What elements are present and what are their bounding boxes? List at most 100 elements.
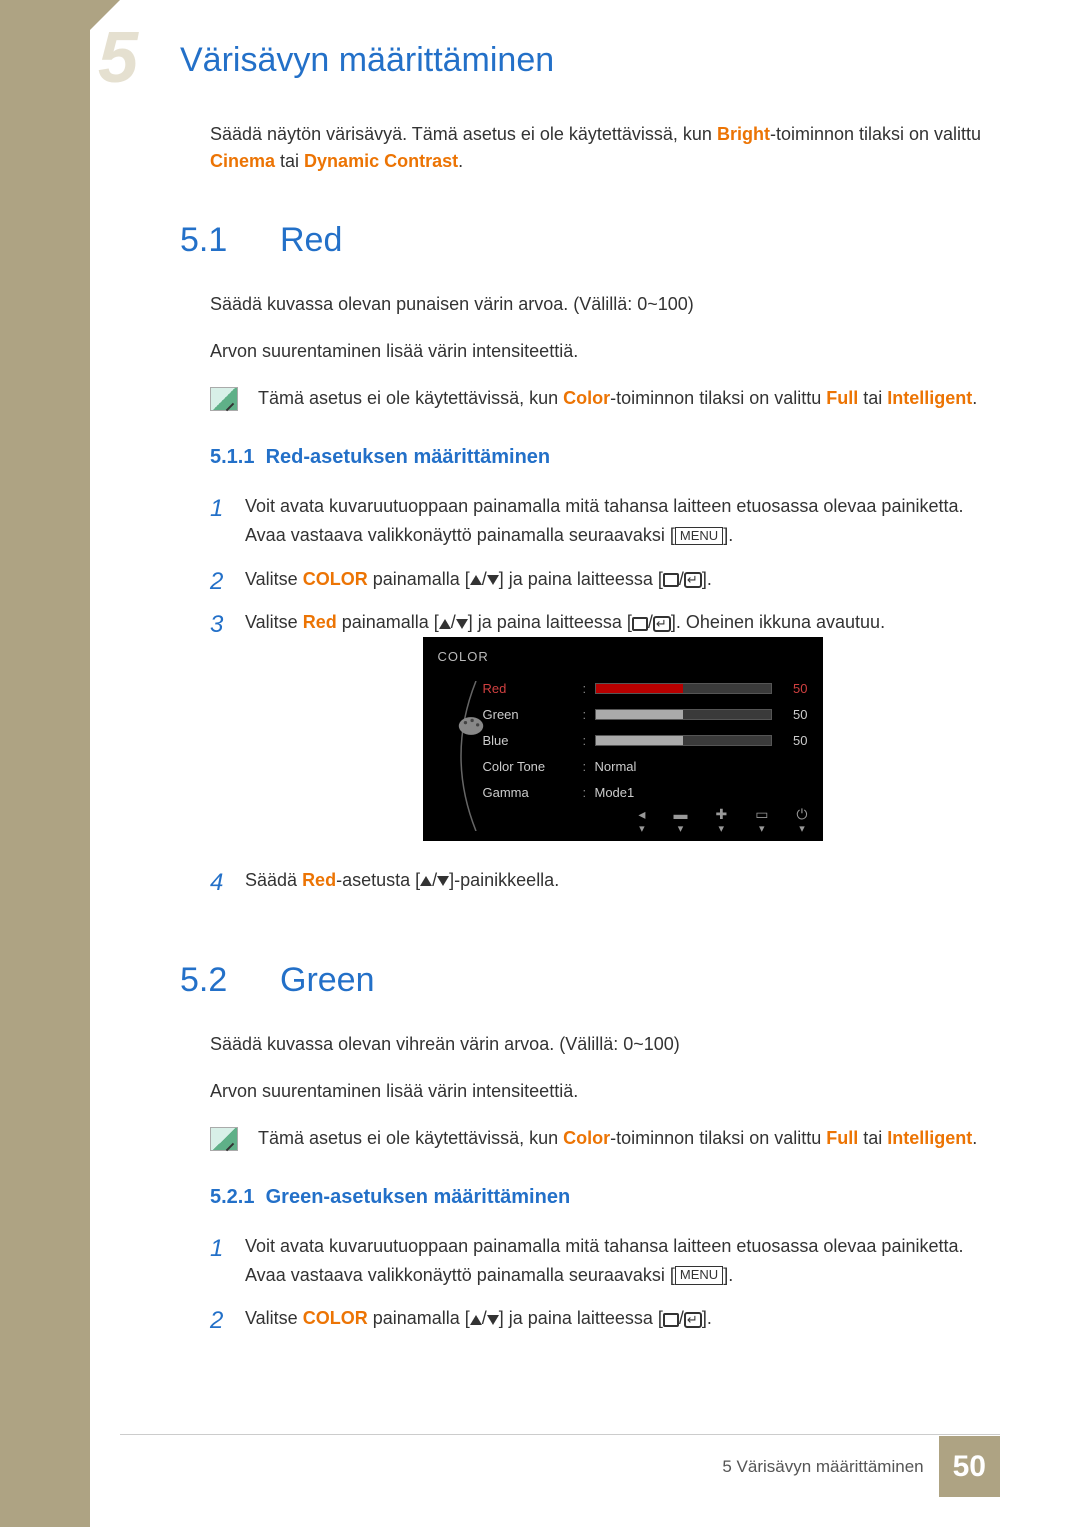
color-keyword: Color <box>563 1128 610 1148</box>
content-area: Värisävyn määrittäminen Säädä näytön vär… <box>100 0 1080 1333</box>
text: tai <box>858 388 887 408</box>
text: ]. Oheinen ikkuna avautuu. <box>671 612 885 632</box>
text: Tämä asetus ei ole käytettävissä, kun <box>258 1128 563 1148</box>
text: . <box>972 1128 977 1148</box>
full-keyword: Full <box>826 1128 858 1148</box>
section-number: 5.2 <box>180 955 280 1006</box>
osd-bar-fill <box>596 684 684 693</box>
osd-nav-icon: ◂▾ <box>638 807 645 835</box>
paragraph: Säädä kuvassa olevan vihreän värin arvoa… <box>210 1031 1000 1058</box>
dynamic-contrast-keyword: Dynamic Contrast <box>304 151 458 171</box>
enter-icon <box>653 616 671 632</box>
colon: : <box>583 731 595 752</box>
colon: : <box>583 705 595 726</box>
text: Säädä näytön värisävyä. Tämä asetus ei o… <box>210 124 717 144</box>
menu-button-icon: MENU <box>675 527 723 546</box>
subsection-5-1-1-header: 5.1.1 Red-asetuksen määrittäminen <box>210 442 1000 472</box>
osd-row-red: Red : 50 <box>483 676 808 702</box>
footer: 5 Värisävyn määrittäminen 50 <box>722 1436 1000 1497</box>
osd-row-gamma: Gamma : Mode1 <box>483 780 808 806</box>
osd-value: 50 <box>780 679 808 700</box>
colon: : <box>583 783 595 804</box>
subsection-title: Green-asetuksen määrittäminen <box>266 1186 571 1208</box>
menu-button-icon: MENU <box>675 1266 723 1285</box>
text: Säädä <box>245 870 302 890</box>
text: -toiminnon tilaksi on valittu <box>770 124 981 144</box>
enter-icon <box>684 572 702 588</box>
osd-label: Gamma <box>483 783 583 804</box>
color-keyword: Color <box>563 388 610 408</box>
osd-row-color-tone: Color Tone : Normal <box>483 754 808 780</box>
osd-menu-screenshot: COLOR Red : 50 <box>423 637 823 841</box>
text: ]. <box>723 525 733 545</box>
step-1: Voit avata kuvaruutuoppaan painamalla mi… <box>210 492 1000 550</box>
text: -toiminnon tilaksi on valittu <box>610 1128 826 1148</box>
square-icon <box>663 573 679 587</box>
up-arrow-icon <box>470 1315 482 1325</box>
note-text: Tämä asetus ei ole käytettävissä, kun Co… <box>258 1125 1000 1152</box>
text: ] ja paina laitteessa [ <box>499 569 663 589</box>
osd-nav-icon: ✚▾ <box>715 807 727 835</box>
osd-value: 50 <box>780 705 808 726</box>
subsection-title: Red-asetuksen määrittäminen <box>266 446 551 468</box>
note-row: Tämä asetus ei ole käytettävissä, kun Co… <box>210 385 1000 412</box>
step-2: Valitse COLOR painamalla [/] ja paina la… <box>210 1304 1000 1333</box>
text: tai <box>275 151 304 171</box>
osd-nav-icon: ▭▾ <box>755 807 768 835</box>
page-title: Värisävyn määrittäminen <box>180 35 1000 86</box>
up-arrow-icon <box>470 575 482 585</box>
text: . <box>972 388 977 408</box>
text: Valitse <box>245 569 303 589</box>
palette-icon <box>439 711 467 729</box>
text: Valitse <box>245 612 303 632</box>
text: painamalla [ <box>368 1308 470 1328</box>
section-title: Red <box>280 215 342 266</box>
text: painamalla [ <box>368 569 470 589</box>
note-row: Tämä asetus ei ole käytettävissä, kun Co… <box>210 1125 1000 1152</box>
paragraph: Arvon suurentaminen lisää värin intensit… <box>210 338 1000 365</box>
step-3: Valitse Red painamalla [/] ja paina lait… <box>210 608 1000 841</box>
osd-row-green: Green : 50 <box>483 702 808 728</box>
full-keyword: Full <box>826 388 858 408</box>
square-icon <box>663 1313 679 1327</box>
square-icon <box>632 617 648 631</box>
osd-bar-fill <box>596 736 684 745</box>
text: . <box>458 151 463 171</box>
subsection-5-2-1-header: 5.2.1 Green-asetuksen määrittäminen <box>210 1182 1000 1212</box>
cinema-keyword: Cinema <box>210 151 275 171</box>
down-arrow-icon <box>437 876 449 886</box>
osd-value: Normal <box>595 757 637 778</box>
down-arrow-icon <box>456 619 468 629</box>
text: -asetusta [ <box>336 870 420 890</box>
enter-icon <box>684 1312 702 1328</box>
text: Valitse <box>245 1308 303 1328</box>
subsection-number: 5.1.1 <box>210 446 254 468</box>
color-keyword: COLOR <box>303 569 368 589</box>
section-title: Green <box>280 955 375 1006</box>
red-keyword: Red <box>303 612 337 632</box>
note-icon <box>210 1127 238 1151</box>
step-2: Valitse COLOR painamalla [/] ja paina la… <box>210 565 1000 594</box>
color-keyword: COLOR <box>303 1308 368 1328</box>
osd-label: Blue <box>483 731 583 752</box>
paragraph: Säädä kuvassa olevan punaisen värin arvo… <box>210 291 1000 318</box>
up-arrow-icon <box>420 876 432 886</box>
text: ]. <box>702 569 712 589</box>
intelligent-keyword: Intelligent <box>887 388 972 408</box>
section-number: 5.1 <box>180 215 280 266</box>
bright-keyword: Bright <box>717 124 770 144</box>
intro-paragraph: Säädä näytön värisävyä. Tämä asetus ei o… <box>210 121 1000 175</box>
subsection-number: 5.2.1 <box>210 1186 254 1208</box>
text: tai <box>858 1128 887 1148</box>
colon: : <box>583 679 595 700</box>
up-arrow-icon <box>439 619 451 629</box>
osd-row-blue: Blue : 50 <box>483 728 808 754</box>
osd-bar-fill <box>596 710 684 719</box>
down-arrow-icon <box>487 575 499 585</box>
steps-list: Voit avata kuvaruutuoppaan painamalla mi… <box>210 492 1000 895</box>
osd-power-icon: ⏻▾ <box>796 807 807 835</box>
section-5-2-header: 5.2 Green <box>180 955 1000 1006</box>
osd-rows: Red : 50 Green : 50 Blue : <box>483 676 823 806</box>
text: ]. <box>723 1265 733 1285</box>
page-number: 50 <box>939 1436 1000 1497</box>
